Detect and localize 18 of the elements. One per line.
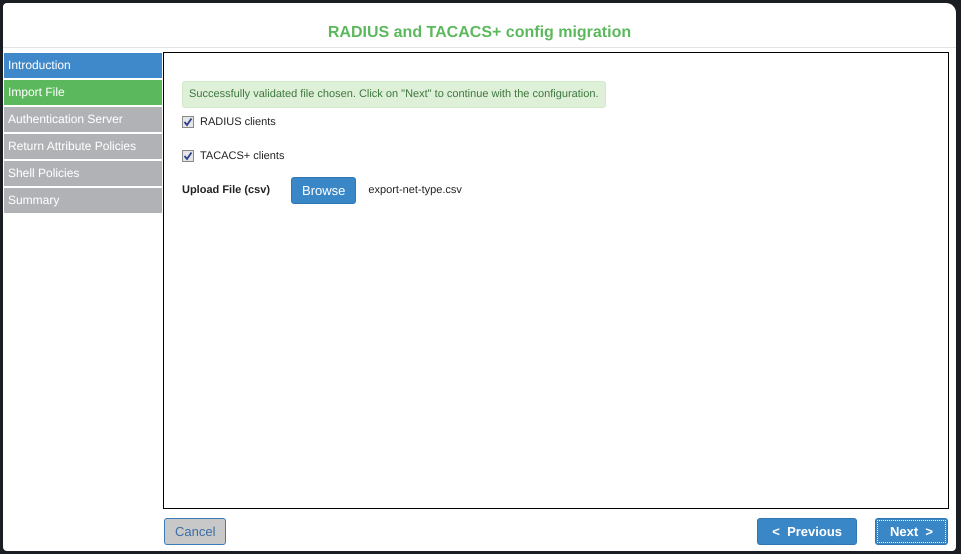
checkbox-label: TACACS+ clients (200, 149, 284, 164)
next-button[interactable]: Next > (875, 518, 948, 545)
wizard-step[interactable]: Summary (4, 188, 162, 213)
wizard-step[interactable]: Return Attribute Policies (4, 134, 162, 159)
previous-button[interactable]: < Previous (757, 518, 857, 545)
file-name: export-net-type.csv (368, 183, 462, 198)
dialog-title: RADIUS and TACACS+ config migration (3, 3, 956, 48)
checkbox-label: RADIUS clients (200, 114, 276, 130)
checkbox[interactable] (182, 116, 194, 128)
wizard-step[interactable]: Import File (4, 80, 162, 105)
upload-label: Upload File (csv) (182, 183, 270, 198)
wizard-step[interactable]: Introduction (4, 53, 162, 78)
success-alert: Successfully validated file chosen. Click on "Next" to continue with the configuration. (182, 81, 606, 108)
wizard-step[interactable]: Shell Policies (4, 161, 162, 186)
wizard-step[interactable]: Authentication Server (4, 107, 162, 132)
cancel-button[interactable]: Cancel (164, 518, 226, 545)
checkbox[interactable] (182, 150, 194, 162)
browse-button[interactable]: Browse (291, 176, 356, 204)
